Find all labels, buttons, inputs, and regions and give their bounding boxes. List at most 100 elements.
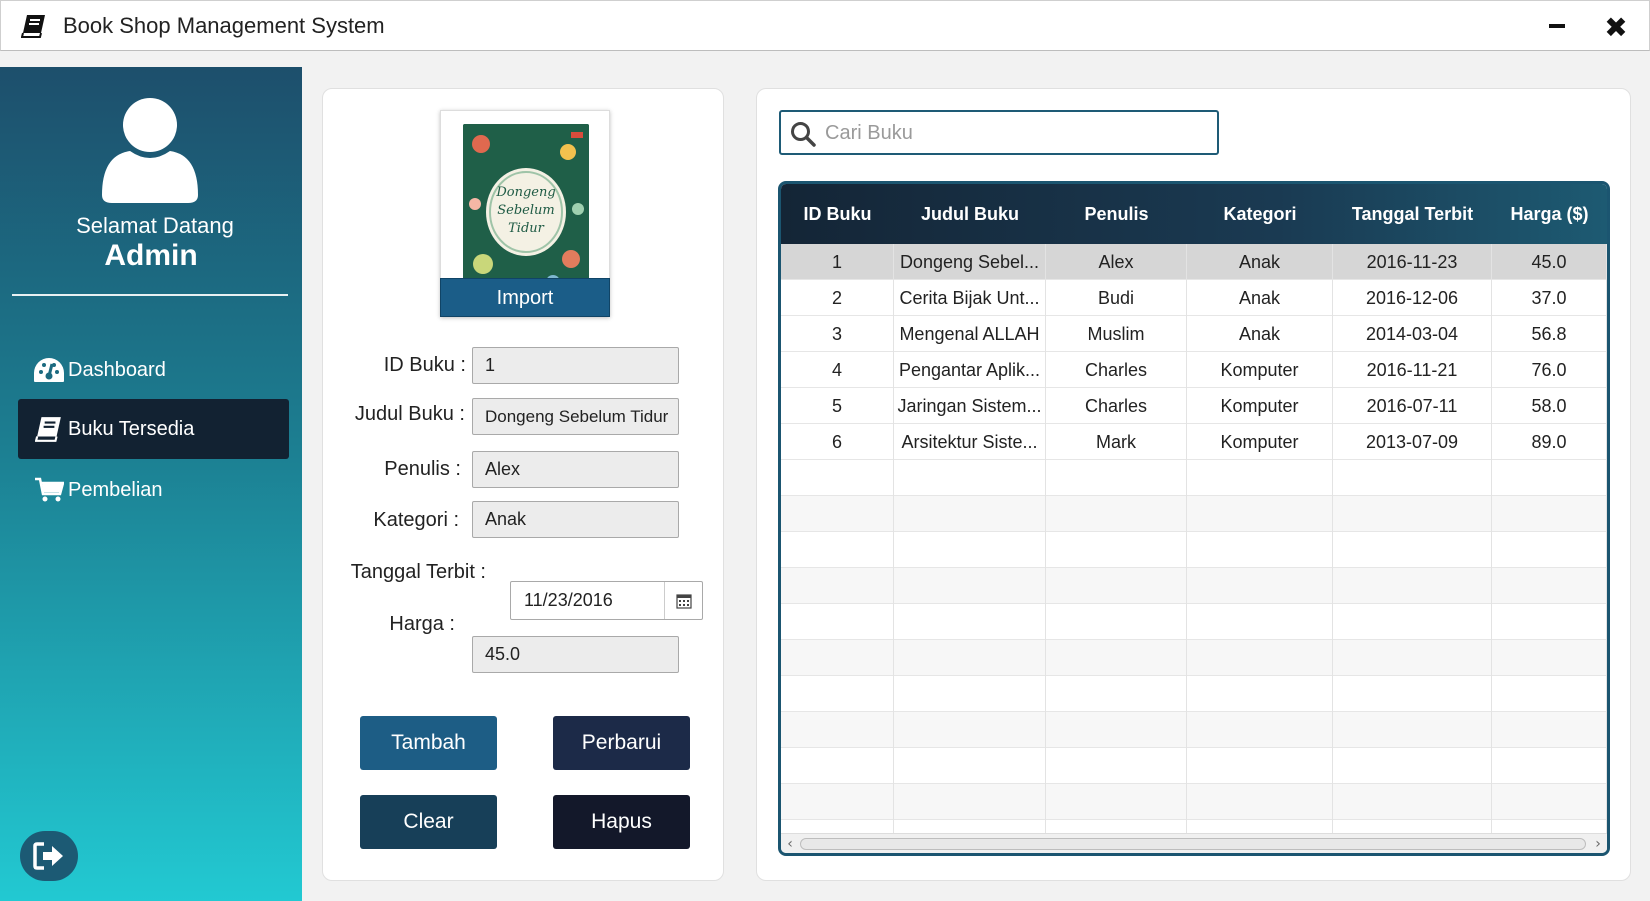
table-row[interactable]: 5 Jaringan Sistem... Charles Komputer 2016-0… <box>781 388 1607 424</box>
scroll-left-icon[interactable]: ‹ <box>783 836 797 852</box>
table-cell <box>1333 712 1492 748</box>
kategori-field[interactable]: Anak <box>472 501 679 538</box>
welcome-text: Selamat Datang <box>76 213 234 238</box>
empty-table-row <box>781 568 1607 604</box>
search-box[interactable] <box>779 110 1219 155</box>
user-name: Admin <box>104 239 198 272</box>
empty-table-row <box>781 784 1607 820</box>
logout-icon <box>33 842 63 870</box>
empty-table-row <box>781 532 1607 568</box>
kategori-label: Kategori : <box>373 509 459 531</box>
sidebar-item-dashboard[interactable]: Dashboard <box>18 340 289 400</box>
sidebar-item-buku-tersedia[interactable]: Buku Tersedia <box>18 399 289 459</box>
table-cell <box>781 676 894 712</box>
table-row[interactable]: 1 Dongeng Sebel... Alex Anak 2016-11-23 45.0 <box>781 244 1607 280</box>
table-cell: 89.0 <box>1492 424 1607 460</box>
table-cell <box>781 460 894 496</box>
table-cell <box>1492 676 1607 712</box>
table-row[interactable]: 2 Cerita Bijak Unt... Budi Anak 2016-12-06 37… <box>781 280 1607 316</box>
table-cell <box>1333 784 1492 820</box>
table-cell: 2016-12-06 <box>1333 280 1492 316</box>
column-header[interactable]: Harga ($) <box>1492 184 1607 244</box>
table-row[interactable]: 4 Pengantar Aplik... Charles Komputer 2016-1… <box>781 352 1607 388</box>
import-button[interactable]: Import <box>440 278 610 317</box>
table-cell <box>781 712 894 748</box>
logout-button[interactable] <box>20 831 78 881</box>
table-cell <box>1187 712 1333 748</box>
sidebar-item-label: Pembelian <box>68 478 163 501</box>
calendar-icon[interactable] <box>664 582 702 619</box>
tanggal-terbit-datepicker[interactable]: 11/23/2016 <box>510 581 703 620</box>
sidebar-divider <box>12 294 288 296</box>
table-cell <box>1187 604 1333 640</box>
penulis-field[interactable]: Alex <box>472 451 679 488</box>
table-cell <box>1187 640 1333 676</box>
table-row[interactable]: 3 Mengenal ALLAH Muslim Anak 2014-03-04 56.8 <box>781 316 1607 352</box>
table-cell: Mark <box>1046 424 1187 460</box>
minimize-button[interactable] <box>1544 9 1572 41</box>
app-window: Book Shop Management System ✖ Selamat Da… <box>0 0 1650 901</box>
table-cell: 4 <box>781 352 894 388</box>
table-cell <box>1046 640 1187 676</box>
table-cell <box>1046 496 1187 532</box>
table-cell <box>1046 604 1187 640</box>
empty-table-row <box>781 676 1607 712</box>
empty-table-row <box>781 460 1607 496</box>
table-cell: Komputer <box>1187 424 1333 460</box>
table-cell <box>1046 712 1187 748</box>
table-cell: Budi <box>1046 280 1187 316</box>
scrollbar-thumb[interactable] <box>800 838 1586 850</box>
user-avatar-icon <box>102 98 198 203</box>
table-cell: Anak <box>1187 316 1333 352</box>
tanggal-terbit-label: Tanggal Terbit : <box>350 561 486 583</box>
sidebar-item-pembelian[interactable]: Pembelian <box>18 460 289 520</box>
table-cell: 2 <box>781 280 894 316</box>
table-cell <box>1333 568 1492 604</box>
table-cell <box>781 604 894 640</box>
scroll-right-icon[interactable]: › <box>1591 836 1605 852</box>
search-input[interactable] <box>825 118 1205 148</box>
tanggal-terbit-value: 11/23/2016 <box>524 590 613 610</box>
table-cell <box>894 640 1046 676</box>
perbarui-button[interactable]: Perbarui <box>553 716 690 770</box>
tambah-button[interactable]: Tambah <box>360 716 497 770</box>
table-cell <box>781 532 894 568</box>
table-cell <box>1187 748 1333 784</box>
table-cell: Alex <box>1046 244 1187 280</box>
table-cell <box>1492 712 1607 748</box>
table-cell: 2016-11-21 <box>1333 352 1492 388</box>
table-cell <box>1333 496 1492 532</box>
column-header[interactable]: Judul Buku <box>894 184 1046 244</box>
horizontal-scrollbar[interactable]: ‹ › <box>781 833 1607 853</box>
title-bar: Book Shop Management System ✖ <box>0 0 1650 51</box>
table-cell <box>1046 748 1187 784</box>
table-cell <box>1333 532 1492 568</box>
close-button[interactable]: ✖ <box>1601 11 1631 45</box>
table-cell: Mengenal ALLAH <box>894 316 1046 352</box>
table-cell <box>1492 496 1607 532</box>
table-cell: Anak <box>1187 280 1333 316</box>
book-icon <box>32 414 66 444</box>
table-body: 1 Dongeng Sebel... Alex Anak 2016-11-23 45.0 2… <box>781 244 1607 853</box>
hapus-button[interactable]: Hapus <box>553 795 690 849</box>
harga-field[interactable]: 45.0 <box>472 636 679 673</box>
clear-button[interactable]: Clear <box>360 795 497 849</box>
harga-label: Harga : <box>389 613 455 635</box>
column-header[interactable]: Penulis <box>1046 184 1187 244</box>
book-form-panel: Dongeng Sebelum Tidur Import ID Buku : 1… <box>322 88 724 881</box>
table-cell: 5 <box>781 388 894 424</box>
column-header[interactable]: ID Buku <box>781 184 894 244</box>
table-cell: Arsitektur Siste... <box>894 424 1046 460</box>
table-row[interactable]: 6 Arsitektur Siste... Mark Komputer 2013-07-… <box>781 424 1607 460</box>
id-buku-label: ID Buku : <box>383 354 466 376</box>
table-cell: Jaringan Sistem... <box>894 388 1046 424</box>
judul-buku-field[interactable]: Dongeng Sebelum Tidur <box>472 398 679 435</box>
empty-table-row <box>781 748 1607 784</box>
table-cell: Charles <box>1046 388 1187 424</box>
table-cell: 76.0 <box>1492 352 1607 388</box>
column-header[interactable]: Tanggal Terbit <box>1333 184 1492 244</box>
table-cell <box>1333 604 1492 640</box>
id-buku-field[interactable]: 1 <box>472 347 679 384</box>
table-cell <box>1187 784 1333 820</box>
column-header[interactable]: Kategori <box>1187 184 1333 244</box>
